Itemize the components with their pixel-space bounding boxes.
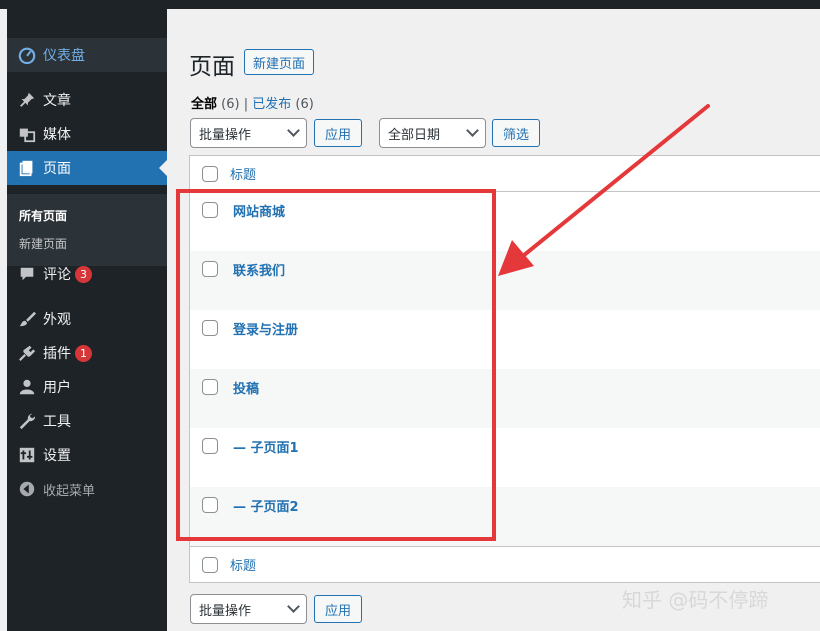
brush-icon <box>17 309 37 329</box>
comment-icon <box>17 264 37 284</box>
pages-submenu: 所有页面 新建页面 <box>7 194 167 266</box>
menu-media[interactable]: 媒体 <box>7 117 167 151</box>
comments-count-badge: 3 <box>75 265 92 283</box>
menu-dashboard-label: 仪表盘 <box>43 48 85 64</box>
filter-published[interactable]: 已发布 <box>252 97 291 112</box>
collapse-icon <box>17 479 37 499</box>
page-icon <box>17 158 37 178</box>
bulk-actions-value-bottom: 批量操作 <box>199 603 252 619</box>
menu-pages[interactable]: 页面 <box>7 151 167 185</box>
menu-users[interactable]: 用户 <box>7 370 167 404</box>
menu-appearance[interactable]: 外观 <box>7 302 167 336</box>
page-title: 页面 <box>189 54 235 80</box>
admin-sidebar: 仪表盘 文章 媒体 页面 所有页面 新建页面 评论 3 外观 插件 1 用户 工… <box>7 9 167 631</box>
menu-posts-label: 文章 <box>43 93 71 109</box>
annotation-arrow-icon <box>498 104 710 276</box>
plugin-icon <box>17 343 37 363</box>
column-title-footer[interactable]: 标题 <box>230 555 256 574</box>
menu-appearance-label: 外观 <box>43 312 71 328</box>
chevron-down-icon <box>466 124 479 137</box>
apply-button-top[interactable]: 应用 <box>314 119 362 147</box>
menu-plugins[interactable]: 插件 1 <box>7 336 167 370</box>
select-all-checkbox[interactable] <box>202 165 218 182</box>
chevron-down-icon <box>287 124 300 137</box>
date-filter-select[interactable]: 全部日期 <box>379 118 486 148</box>
plugins-count-badge: 1 <box>75 344 92 362</box>
menu-posts[interactable]: 文章 <box>7 83 167 117</box>
settings-icon <box>17 445 37 465</box>
bulk-actions-select-bottom[interactable]: 批量操作 <box>190 594 307 624</box>
highlight-box <box>176 189 496 541</box>
user-icon <box>17 377 37 397</box>
submenu-all-pages[interactable]: 所有页面 <box>19 207 67 224</box>
dashboard-icon <box>17 45 37 65</box>
apply-button-bottom[interactable]: 应用 <box>314 595 362 623</box>
status-filters: 全部 (6) | 已发布 (6) <box>191 93 314 112</box>
filter-all-count: (6) <box>221 97 240 112</box>
bulk-actions-value: 批量操作 <box>199 127 252 143</box>
menu-settings[interactable]: 设置 <box>7 438 167 472</box>
bulk-actions-select-top[interactable]: 批量操作 <box>190 118 307 148</box>
collapse-menu-label: 收起菜单 <box>43 483 96 499</box>
menu-comments[interactable]: 评论 3 <box>7 257 167 291</box>
chevron-down-icon <box>287 600 300 613</box>
column-title-header[interactable]: 标题 <box>230 164 256 183</box>
left-edge <box>0 9 7 631</box>
add-new-page-button[interactable]: 新建页面 <box>244 49 314 75</box>
collapse-menu-button[interactable]: 收起菜单 <box>7 472 167 506</box>
filter-separator: | <box>243 97 249 112</box>
submenu-add-page[interactable]: 新建页面 <box>19 235 67 252</box>
current-menu-notch <box>159 160 167 176</box>
menu-pages-label: 页面 <box>43 161 71 177</box>
wrench-icon <box>17 411 37 431</box>
admin-bar <box>0 0 820 9</box>
pin-icon <box>17 90 37 110</box>
menu-users-label: 用户 <box>43 380 71 396</box>
menu-media-label: 媒体 <box>43 127 71 143</box>
date-filter-value: 全部日期 <box>388 127 441 143</box>
filter-published-count: (6) <box>295 97 314 112</box>
media-icon <box>17 124 37 144</box>
menu-dashboard[interactable]: 仪表盘 <box>7 38 167 72</box>
watermark: 知乎 @码不停蹄 <box>622 588 769 612</box>
filter-all[interactable]: 全部 <box>191 97 217 112</box>
select-all-checkbox-bottom[interactable] <box>202 556 218 573</box>
menu-settings-label: 设置 <box>43 448 71 464</box>
menu-tools-label: 工具 <box>43 414 71 430</box>
menu-tools[interactable]: 工具 <box>7 404 167 438</box>
menu-comments-label: 评论 <box>43 267 71 283</box>
table-footer: 标题 <box>190 546 820 582</box>
menu-plugins-label: 插件 <box>43 346 71 362</box>
